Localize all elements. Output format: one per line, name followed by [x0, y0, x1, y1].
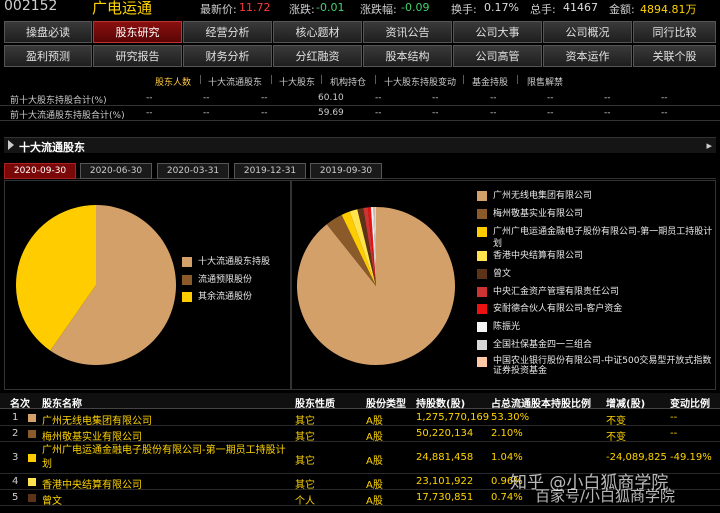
row-color-swatch	[28, 478, 36, 486]
cell-change: -24,089,825	[606, 452, 667, 463]
cell-rank: 3	[12, 452, 19, 463]
cell-change: 不变	[606, 432, 626, 443]
cell-type: A股	[366, 496, 383, 507]
row-color-swatch	[28, 454, 36, 462]
cell-name[interactable]: 梅州敬基实业有限公司	[42, 428, 142, 443]
legend-label: 香港中央结算有限公司	[493, 251, 584, 261]
cell-shares: 23,101,922	[416, 476, 474, 487]
col-header-change[interactable]: 增减(股)	[606, 395, 645, 410]
legend-swatch	[477, 209, 487, 219]
legend-label: 安耐德合伙人有限公司-客户资金	[493, 304, 623, 314]
legend-swatch	[182, 292, 192, 302]
legend-swatch	[477, 227, 487, 237]
legend-label: 中国农业银行股份有限公司-中证500交易型开放式指数证券投资基金	[493, 356, 712, 376]
col-header-ratio[interactable]: 占总流通股本持股比例	[491, 395, 591, 410]
cell-name[interactable]: 香港中央结算有限公司	[42, 476, 142, 491]
cell-type: A股	[366, 480, 383, 491]
cell-rank: 4	[12, 476, 19, 487]
legend-swatch	[477, 357, 487, 367]
cell-change-pct: --	[670, 412, 678, 423]
cell-rank: 5	[12, 492, 19, 503]
legend-label: 曾文	[493, 269, 512, 279]
legend-swatch	[182, 257, 192, 267]
legend-swatch	[477, 287, 487, 297]
legend-swatch	[477, 269, 487, 279]
legend-label: 全国社保基金四一三组合	[493, 340, 593, 350]
cell-ratio: 53.30%	[491, 412, 530, 423]
col-header-type[interactable]: 股份类型	[366, 395, 406, 410]
cell-nature: 其它	[295, 456, 315, 467]
row-color-swatch	[28, 430, 36, 438]
cell-change: 不变	[606, 416, 626, 427]
cell-name[interactable]: 广州无线电集团有限公司	[42, 412, 152, 427]
cell-change-pct: --	[670, 428, 678, 439]
cell-shares: 24,881,458	[416, 452, 474, 463]
cell-nature: 其它	[295, 432, 315, 443]
col-header-nature[interactable]: 股东性质	[295, 395, 335, 410]
cell-shares: 17,730,851	[416, 492, 474, 503]
legend-label: 其余流通股份	[198, 292, 253, 302]
cell-ratio: 0.74%	[491, 492, 523, 503]
col-header-change-pct[interactable]: 变动比例	[670, 395, 710, 410]
legend-label: 中央汇金资产管理有限责任公司	[493, 287, 620, 297]
table-header: 名次 股东名称 股东性质 股份类型 持股数(股) 占总流通股本持股比例 增减(股…	[0, 393, 720, 410]
cell-type: A股	[366, 432, 383, 443]
legend-swatch	[477, 304, 487, 314]
legend-label: 广州广电运通金融电子股份有限公司-第一期员工持股计划	[493, 227, 713, 249]
cell-type: A股	[366, 416, 383, 427]
cell-shares: 1,275,770,169	[416, 412, 490, 423]
cell-rank: 2	[12, 428, 19, 439]
legend-swatch	[477, 340, 487, 350]
cell-type: A股	[366, 456, 383, 467]
table-row[interactable]: 1 广州无线电集团有限公司 其它 A股 1,275,770,169 53.30%…	[0, 410, 720, 427]
cell-rank: 1	[12, 412, 19, 423]
legend-swatch	[477, 191, 487, 201]
row-color-swatch	[28, 494, 36, 502]
legend-label: 流通预限股份	[198, 275, 253, 285]
cell-ratio: 1.04%	[491, 452, 523, 463]
cell-nature: 其它	[295, 480, 315, 491]
legend-label: 梅州敬基实业有限公司	[493, 209, 584, 219]
legend-label: 陈振光	[493, 322, 521, 332]
col-header-shares[interactable]: 持股数(股)	[416, 395, 465, 410]
legend-label: 广州无线电集团有限公司	[493, 191, 593, 201]
legend-swatch	[477, 251, 487, 261]
legend-swatch	[182, 275, 192, 285]
cell-ratio: 2.10%	[491, 428, 523, 439]
row-color-swatch	[28, 414, 36, 422]
cell-shares: 50,220,134	[416, 428, 474, 439]
col-header-rank[interactable]: 名次	[10, 395, 30, 410]
cell-nature: 其它	[295, 416, 315, 427]
legend-swatch	[477, 322, 487, 332]
table-row[interactable]: 2 梅州敬基实业有限公司 其它 A股 50,220,134 2.10% 不变 -…	[0, 426, 720, 443]
watermark-baijiahao: 百家号/小白狐商学院	[535, 487, 676, 505]
legend-label: 十大流通股东持股	[198, 257, 271, 267]
cell-name[interactable]: 广州广电运通金融电子股份有限公司-第一期员工持股计划	[42, 444, 288, 472]
cell-nature: 个人	[295, 496, 315, 507]
col-header-name[interactable]: 股东名称	[42, 395, 82, 410]
cell-change-pct: -49.19%	[670, 452, 712, 463]
cell-name[interactable]: 曾文	[42, 492, 62, 507]
